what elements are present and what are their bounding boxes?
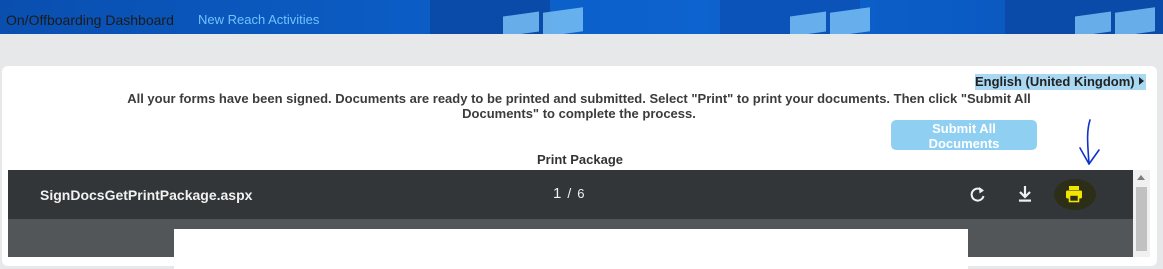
pdf-viewer: SignDocsGetPrintPackage.aspx 1 / 6 [8, 170, 1133, 269]
scroll-thumb[interactable] [1136, 187, 1147, 251]
nav-reach-activities-link[interactable]: New Reach Activities [198, 12, 319, 27]
language-label: English (United Kingdom) [975, 74, 1135, 89]
download-icon[interactable] [1014, 183, 1036, 205]
print-icon[interactable] [1063, 183, 1085, 205]
total-pages: 6 [577, 186, 585, 201]
current-page[interactable]: 1 [553, 185, 561, 202]
banner-window-graphic [1115, 7, 1155, 34]
rotate-icon[interactable] [967, 183, 989, 205]
submit-all-documents-button[interactable]: Submit All Documents [891, 120, 1037, 151]
caret-right-icon [1138, 77, 1144, 85]
top-banner: On/Offboarding Dashboard New Reach Activ… [0, 0, 1163, 34]
banner-window-graphic [830, 7, 870, 34]
page-indicator: 1 / 6 [553, 185, 584, 202]
nav-dashboard-link[interactable]: On/Offboarding Dashboard [6, 12, 174, 28]
pdf-page [174, 229, 968, 269]
pdf-toolbar: SignDocsGetPrintPackage.aspx 1 / 6 [8, 170, 1133, 219]
scroll-up-icon[interactable] [1137, 175, 1145, 180]
banner-window-graphic [1075, 11, 1111, 34]
instruction-message: All your forms have been signed. Documen… [127, 91, 1031, 121]
annotation-arrow-icon [1079, 119, 1100, 165]
banner-window-graphic [503, 11, 539, 34]
vertical-scrollbar[interactable] [1133, 170, 1150, 257]
banner-window-graphic [543, 7, 583, 34]
pdf-filename: SignDocsGetPrintPackage.aspx [40, 187, 253, 203]
banner-window-graphic [790, 11, 826, 34]
print-package-label: Print Package [537, 152, 623, 167]
language-selector[interactable]: English (United Kingdom) [975, 74, 1146, 90]
page-separator: / [567, 185, 572, 201]
